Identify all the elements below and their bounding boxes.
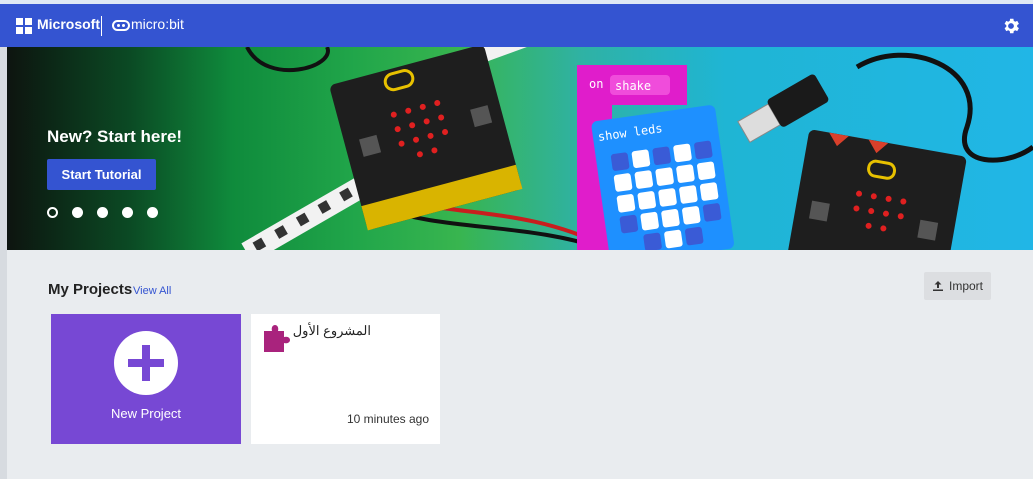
carousel-dot-3[interactable]	[97, 207, 108, 218]
start-tutorial-button[interactable]: Start Tutorial	[47, 159, 156, 190]
gear-icon[interactable]	[1001, 16, 1021, 36]
hero-illustration: on shake show leds	[241, 47, 1033, 250]
plus-icon	[114, 331, 178, 395]
view-all-link[interactable]: View All	[133, 285, 171, 297]
project-name: المشروع الأول	[292, 323, 371, 338]
carousel-dot-4[interactable]	[122, 207, 133, 218]
new-project-label: New Project	[110, 406, 182, 421]
microsoft-logo-icon	[16, 18, 32, 34]
import-button[interactable]: Import	[924, 272, 991, 300]
my-projects-heading: My Projects	[48, 281, 133, 298]
event-block-label: on	[589, 77, 603, 91]
brand-divider	[101, 16, 102, 36]
carousel-dots	[47, 207, 158, 218]
new-project-card[interactable]: New Project	[51, 314, 241, 444]
carousel-dot-2[interactable]	[72, 207, 83, 218]
hero-title: New? Start here!	[47, 127, 183, 146]
app-header: Microsoft micro:bit	[0, 4, 1033, 47]
carousel-dot-5[interactable]	[147, 207, 158, 218]
microbit-brand[interactable]: micro:bit	[131, 16, 184, 32]
microsoft-brand[interactable]: Microsoft	[37, 16, 100, 32]
carousel-dot-1[interactable]	[47, 207, 58, 218]
import-label: Import	[948, 279, 983, 293]
microbit-logo-icon	[112, 20, 130, 31]
event-block-value: shake	[615, 79, 651, 93]
left-edge	[0, 47, 7, 479]
hero-banner: on shake show leds New? Start here! Star…	[7, 47, 1033, 250]
upload-icon	[932, 281, 943, 291]
puzzle-icon	[264, 325, 290, 352]
project-timestamp: 10 minutes ago	[346, 412, 429, 426]
project-card[interactable]: المشروع الأول 10 minutes ago	[251, 314, 440, 444]
